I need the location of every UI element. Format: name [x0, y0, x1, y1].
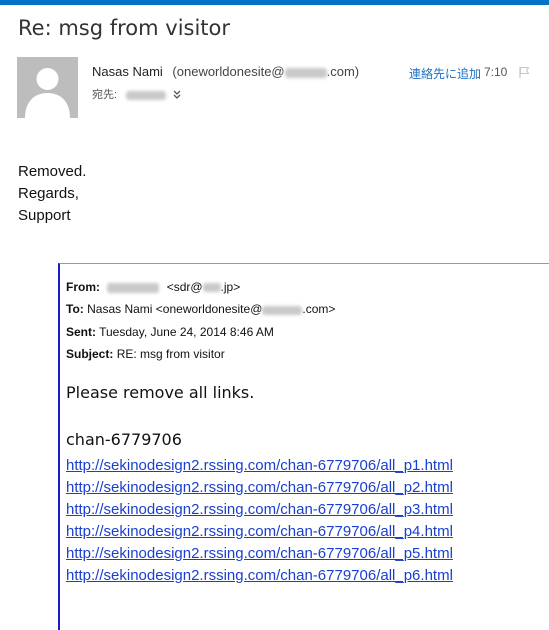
quoted-from-row: From: <sdr@ .jp>: [66, 276, 335, 298]
link-all-p6[interactable]: http://sekinodesign2.rssing.com/chan-677…: [66, 565, 453, 587]
quoted-to-label: To:: [66, 302, 84, 317]
link-all-p3[interactable]: http://sekinodesign2.rssing.com/chan-677…: [66, 499, 453, 521]
sender-avatar[interactable]: [17, 57, 78, 118]
quoted-sent-value: Tuesday, June 24, 2014 8:46 AM: [99, 324, 274, 339]
quoted-subject-value: RE: msg from visitor: [116, 346, 225, 361]
sender-email-prefix: (oneworldonesite@: [172, 64, 285, 79]
sender-email-suffix: .com): [326, 64, 360, 79]
accent-bar: [0, 0, 549, 5]
recipient-label: 宛先:: [92, 89, 118, 101]
quoted-subject-label: Subject:: [66, 346, 114, 361]
quoted-to-suffix: .com>: [302, 302, 336, 317]
quoted-message: From: <sdr@ .jp> To: Nasas Nami <oneworld…: [58, 263, 549, 630]
email-body: Removed. Regards, Support: [18, 161, 86, 227]
quoted-sent-row: Sent: Tuesday, June 24, 2014 8:46 AM: [66, 321, 335, 343]
email-time: 7:10: [484, 65, 508, 79]
redacted-from-name: [107, 282, 160, 293]
quoted-from-label: From:: [66, 280, 100, 294]
sender-name[interactable]: Nasas Nami: [92, 64, 163, 79]
quoted-to-prefix: Nasas Nami <oneworldonesite@: [87, 302, 263, 317]
sender-email: (oneworldonesite@ .com): [172, 64, 359, 79]
double-chevron-down-icon[interactable]: [173, 90, 181, 100]
body-line: Removed.: [18, 163, 87, 180]
link-all-p1[interactable]: http://sekinodesign2.rssing.com/chan-677…: [66, 455, 453, 477]
quoted-to-row: To: Nasas Nami <oneworldonesite@ .com>: [66, 298, 335, 320]
link-list: http://sekinodesign2.rssing.com/chan-677…: [66, 455, 453, 587]
recipient-line: 宛先:: [92, 86, 181, 102]
redacted-recipient: [126, 90, 167, 100]
quoted-sent-label: Sent:: [66, 324, 96, 339]
quoted-body-text: Please remove all links.: [66, 383, 255, 402]
body-line: Regards,: [18, 185, 79, 202]
person-silhouette-icon: [17, 57, 78, 118]
link-all-p4[interactable]: http://sekinodesign2.rssing.com/chan-677…: [66, 521, 453, 543]
link-all-p5[interactable]: http://sekinodesign2.rssing.com/chan-677…: [66, 543, 453, 565]
quoted-header: From: <sdr@ .jp> To: Nasas Nami <oneworld…: [66, 276, 335, 365]
email-subject: Re: msg from visitor: [18, 16, 231, 40]
redacted-from-domain: [202, 283, 221, 293]
quoted-subject-row: Subject: RE: msg from visitor: [66, 343, 335, 365]
link-all-p2[interactable]: http://sekinodesign2.rssing.com/chan-677…: [66, 477, 453, 499]
quoted-channel: chan-6779706: [66, 430, 182, 449]
quoted-from-prefix: <sdr@: [166, 280, 203, 294]
flag-icon[interactable]: [518, 66, 530, 78]
body-line: Support: [18, 207, 71, 224]
redacted-domain: [284, 67, 327, 78]
quoted-from-suffix: .jp>: [220, 280, 241, 294]
add-contact-link[interactable]: 連絡先に追加: [409, 65, 481, 82]
redacted-to-domain: [262, 305, 303, 315]
